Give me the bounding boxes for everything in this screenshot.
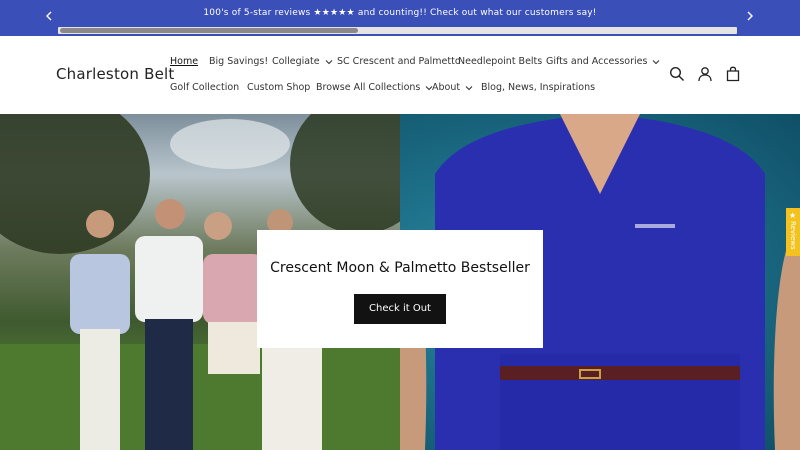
nav-golf-label: Golf Collection: [170, 82, 240, 93]
nav-blog-label: Blog, News, Inspirations: [481, 82, 596, 93]
reviews-tab-label: Reviews: [789, 221, 797, 250]
nav-sc-crescent-label: SC Crescent and Palmetto: [337, 56, 461, 67]
nav-gifts-accessories[interactable]: Gifts and Accessories: [546, 56, 660, 67]
announcement-text[interactable]: 100's of 5-star reviews ★★★★★ and counti…: [0, 8, 800, 18]
nav-custom-shop-label: Custom Shop: [247, 82, 311, 93]
nav-blog[interactable]: Blog, News, Inspirations: [481, 82, 595, 93]
reviews-tab[interactable]: ★ Reviews: [786, 208, 800, 256]
chevron-down-icon: [653, 59, 660, 64]
nav-big-savings[interactable]: Big Savings!: [209, 56, 268, 67]
scrollbar-thumb[interactable]: [60, 28, 358, 33]
nav-needlepoint-belts[interactable]: Needlepoint Belts: [458, 56, 542, 67]
hero-banner: Crescent Moon & Palmetto Bestseller Chec…: [0, 114, 800, 450]
horizontal-scrollbar[interactable]: [58, 27, 737, 34]
search-icon[interactable]: [669, 66, 685, 82]
check-it-out-button[interactable]: Check it Out: [354, 294, 446, 324]
nav-big-savings-label: Big Savings!: [209, 56, 269, 67]
cart-icon[interactable]: [725, 66, 741, 82]
nav-home[interactable]: Home: [170, 56, 198, 67]
nav-home-label: Home: [170, 56, 199, 67]
nav-sc-crescent-palmetto[interactable]: SC Crescent and Palmetto: [337, 56, 461, 67]
nav-collegiate-label: Collegiate: [272, 56, 320, 67]
nav-about-label: About: [432, 82, 461, 93]
hero-content-box: Crescent Moon & Palmetto Bestseller Chec…: [257, 230, 543, 348]
announcement-bar: 100's of 5-star reviews ★★★★★ and counti…: [0, 0, 800, 36]
nav-browse-all[interactable]: Browse All Collections: [316, 82, 433, 93]
account-icon[interactable]: [697, 66, 713, 82]
nav-golf-collection[interactable]: Golf Collection: [170, 82, 239, 93]
chevron-right-icon[interactable]: [743, 9, 757, 25]
chevron-down-icon: [465, 85, 473, 90]
hero-title: Crescent Moon & Palmetto Bestseller: [270, 260, 530, 276]
nav-collegiate[interactable]: Collegiate: [272, 56, 333, 67]
nav-gifts-label: Gifts and Accessories: [546, 56, 648, 67]
nav-needlepoint-label: Needlepoint Belts: [458, 56, 543, 67]
nav-browse-all-label: Browse All Collections: [316, 82, 421, 93]
chevron-down-icon: [325, 59, 333, 64]
site-header: Charleston Belt Home Big Savings! Colleg…: [0, 36, 800, 114]
site-logo[interactable]: Charleston Belt: [56, 65, 174, 83]
nav-about[interactable]: About: [432, 82, 473, 93]
nav-custom-shop[interactable]: Custom Shop: [247, 82, 310, 93]
star-icon: ★: [789, 211, 797, 220]
